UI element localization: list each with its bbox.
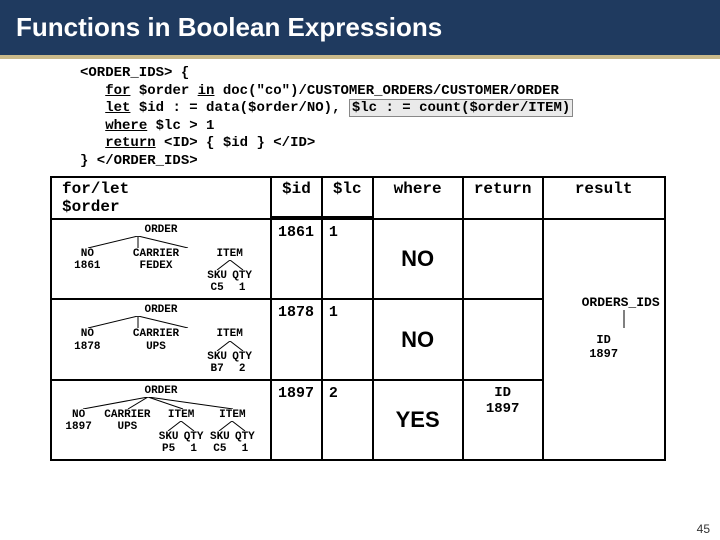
code-block: <ORDER_IDS> { for $order in doc("co")/CU… xyxy=(80,65,700,170)
col-header-forlet: for/let $order xyxy=(51,177,271,219)
evaluation-table: for/let $order $id $lc where return resu… xyxy=(50,176,700,461)
cell-id: 1861 xyxy=(271,219,322,299)
cell-where: YES xyxy=(373,380,463,460)
order-tree: ORDER NO1897 CARRIERUPS ITEM SKUP5 QTY1 xyxy=(58,385,264,455)
order-tree: ORDER NO1878 CARRIERUPS ITEM SKUB7 QTY2 xyxy=(58,304,264,374)
table-row: ORDER NO1861 CARRIERFEDEX ITEM SKUC5 QTY… xyxy=(51,219,665,299)
highlighted-code: $lc : = count($order/ITEM) xyxy=(349,99,573,117)
slide-title: Functions in Boolean Expressions xyxy=(0,0,720,59)
col-header-where: where xyxy=(373,177,463,219)
col-header-return: return xyxy=(463,177,543,219)
code-line: <ORDER_IDS> { xyxy=(80,65,189,81)
col-header-result: result xyxy=(543,177,665,219)
cell-return xyxy=(463,299,543,379)
cell-where: NO xyxy=(373,299,463,379)
slide-body: <ORDER_IDS> { for $order in doc("co")/CU… xyxy=(0,59,720,461)
cell-where: NO xyxy=(373,219,463,299)
cell-lc: 1 xyxy=(322,219,373,299)
cell-id: 1878 xyxy=(271,299,322,379)
cell-lc: 1 xyxy=(322,299,373,379)
cell-return xyxy=(463,219,543,299)
cell-lc: 2 xyxy=(322,380,373,460)
cell-result: ORDERS_IDS ID 1897 xyxy=(543,219,665,460)
result-root: ORDERS_IDS xyxy=(544,295,664,310)
page-number: 45 xyxy=(697,522,710,536)
col-header-lc: $lc xyxy=(322,177,373,217)
cell-id: 1897 xyxy=(271,380,322,460)
order-tree: ORDER NO1861 CARRIERFEDEX ITEM SKUC5 QTY… xyxy=(58,224,264,294)
cell-return: ID 1897 xyxy=(463,380,543,460)
col-header-id: $id xyxy=(271,177,322,217)
